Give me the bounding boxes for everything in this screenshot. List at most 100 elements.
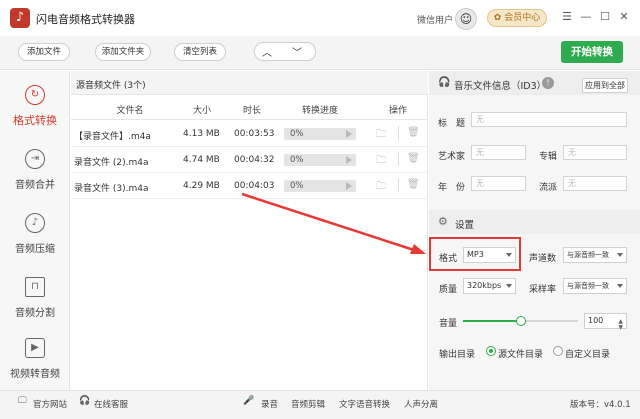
- title-label: 标 题: [438, 119, 466, 129]
- delete-icon[interactable]: 🗑: [407, 127, 420, 138]
- app-title: 闪电音频格式转换器: [36, 13, 135, 26]
- volume-label: 音量: [439, 319, 458, 329]
- app-logo-icon: ♪: [10, 8, 30, 28]
- output-source-label[interactable]: 源文件目录: [498, 347, 543, 360]
- album-field[interactable]: 无: [563, 145, 627, 160]
- tool-audio-edit[interactable]: 音频剪辑: [291, 398, 325, 410]
- sidebar-item-audio-split[interactable]: ⊓ 音频分割: [0, 267, 70, 329]
- file-size: 4.74 MB: [183, 155, 220, 165]
- quality-select[interactable]: 320kbps: [463, 278, 516, 294]
- add-folder-button[interactable]: 添加文件夹: [95, 43, 151, 61]
- tool-record[interactable]: 录音: [261, 398, 278, 410]
- user-name-label[interactable]: 微信用户: [417, 13, 453, 26]
- title-field[interactable]: 无: [471, 112, 627, 127]
- refresh-icon: ↻: [25, 85, 45, 105]
- delete-icon[interactable]: 🗑: [407, 179, 420, 190]
- genre-field[interactable]: 无: [563, 176, 627, 191]
- start-convert-button[interactable]: 开始转换: [561, 41, 623, 63]
- move-up-button[interactable]: ︿: [262, 44, 272, 59]
- menu-icon[interactable]: ☰: [559, 9, 575, 25]
- play-icon[interactable]: [346, 130, 352, 138]
- sidebar-item-label: 音频合并: [15, 180, 55, 191]
- version-label: 版本号：v4.0.1: [570, 400, 631, 410]
- maximize-icon[interactable]: ☐: [597, 9, 613, 25]
- clear-list-button[interactable]: 清空列表: [174, 43, 226, 61]
- artist-field[interactable]: 无: [471, 145, 526, 160]
- tool-vocal-separation[interactable]: 人声分离: [404, 398, 438, 410]
- tool-tts[interactable]: 文字语音转换: [339, 398, 390, 410]
- folder-icon[interactable]: 🗀: [376, 153, 386, 170]
- sidebar-item-format-convert[interactable]: ↻ 格式转换: [0, 75, 70, 137]
- progress-text: 0%: [290, 129, 304, 139]
- folder-icon[interactable]: 🗀: [376, 127, 386, 144]
- vip-center-button[interactable]: ✿ 会员中心: [487, 9, 547, 27]
- channels-label: 声道数: [529, 254, 557, 264]
- monitor-icon: 🖵: [18, 396, 27, 406]
- channels-select[interactable]: 与源音频一致: [563, 247, 627, 263]
- output-source-radio[interactable]: [486, 346, 496, 356]
- file-duration: 00:03:53: [234, 129, 275, 139]
- minimize-icon[interactable]: —: [578, 9, 594, 25]
- samplerate-select[interactable]: 与源音频一致: [563, 278, 627, 294]
- sidebar-item-label: 音频压缩: [15, 244, 55, 255]
- file-name: 【录音文件】.m4a: [74, 132, 151, 142]
- video-play-icon: ▶: [25, 338, 45, 358]
- website-link[interactable]: 官方网站: [33, 398, 67, 410]
- sidebar-item-audio-compress[interactable]: ♪ 音频压缩: [0, 203, 70, 265]
- column-header: 文件名: [116, 106, 144, 116]
- delete-icon[interactable]: 🗑: [407, 153, 420, 164]
- genre-label: 流派: [539, 183, 558, 193]
- file-name: 录音文件 (3).m4a: [74, 184, 149, 194]
- output-custom-label[interactable]: 自定义目录: [565, 347, 610, 360]
- output-custom-radio[interactable]: [553, 346, 563, 356]
- artist-label: 艺术家: [438, 152, 466, 162]
- divider: [398, 126, 399, 140]
- divider: [398, 178, 399, 192]
- volume-slider-handle[interactable]: [515, 316, 526, 326]
- column-header: 转换进度: [301, 106, 338, 116]
- samplerate-label: 采样率: [529, 285, 557, 295]
- radio-dot: [489, 349, 493, 353]
- quality-value: 320kbps: [467, 281, 502, 290]
- info-icon[interactable]: !: [542, 77, 554, 89]
- split-icon: ⊓: [25, 277, 45, 297]
- avatar[interactable]: ☺: [455, 8, 477, 30]
- progress-text: 0%: [290, 155, 304, 165]
- stepper-down-icon[interactable]: ▼: [618, 321, 623, 335]
- sidebar-item-label: 视频转音频: [10, 369, 60, 380]
- file-duration: 00:04:32: [234, 155, 275, 165]
- play-icon[interactable]: [346, 182, 352, 190]
- column-header: 操作: [388, 106, 407, 116]
- record-icon: 🎤: [243, 396, 255, 406]
- sidebar-item-label: 音频分割: [15, 308, 55, 319]
- music-note-icon: ♪: [25, 213, 45, 233]
- channels-value: 与源音频一致: [567, 251, 609, 259]
- merge-icon: ⇥: [25, 149, 45, 169]
- year-label: 年 份: [438, 183, 466, 193]
- file-size: 4.29 MB: [183, 181, 220, 191]
- play-icon[interactable]: [346, 156, 352, 164]
- apply-all-button[interactable]: 应用到全部: [582, 78, 628, 93]
- quality-label: 质量: [439, 285, 458, 295]
- settings-title: 设置: [455, 220, 475, 231]
- support-link[interactable]: 在线客服: [94, 398, 128, 410]
- sidebar-item-video-to-audio[interactable]: ▶ 视频转音频: [0, 328, 70, 390]
- annotation-highlight-box: [429, 237, 521, 271]
- volume-stepper[interactable]: 100 ▲ ▼: [584, 313, 627, 331]
- samplerate-value: 与源音频一致: [567, 282, 609, 290]
- year-field[interactable]: 无: [471, 176, 526, 191]
- headset-icon: 🎧: [79, 396, 91, 406]
- gear-icon: ⚙: [438, 215, 448, 228]
- volume-value: 100: [588, 316, 604, 325]
- folder-icon[interactable]: 🗀: [376, 179, 386, 196]
- add-file-button[interactable]: 添加文件: [18, 43, 70, 61]
- chevron-down-icon: [506, 284, 512, 288]
- album-label: 专辑: [539, 152, 558, 162]
- move-down-button[interactable]: ﹀: [292, 44, 302, 59]
- sidebar-item-audio-merge[interactable]: ⇥ 音频合并: [0, 139, 70, 201]
- volume-slider-fill: [463, 320, 521, 322]
- headphones-icon: 🎧: [438, 77, 451, 88]
- column-header: 大小: [192, 106, 211, 116]
- id3-title: 音乐文件信息（ID3）: [454, 81, 547, 92]
- close-icon[interactable]: ✕: [616, 9, 632, 25]
